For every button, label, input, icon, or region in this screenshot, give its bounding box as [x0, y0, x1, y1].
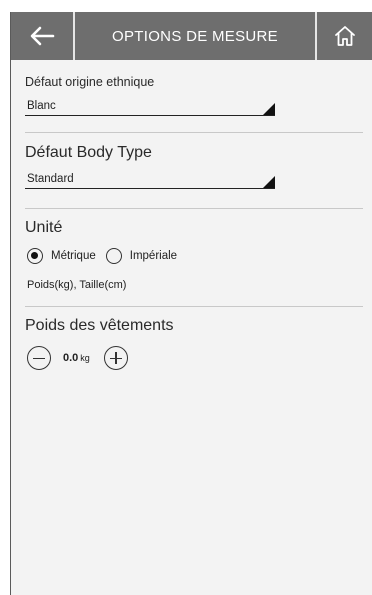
metric-radio[interactable] [27, 248, 43, 264]
imperial-radio[interactable] [105, 248, 122, 264]
dropdown-arrow-icon [263, 103, 275, 115]
body-type-value: Standard [27, 173, 74, 185]
body-type-select[interactable]: Standard [25, 172, 275, 189]
imperial-label: Impériale [129, 250, 178, 262]
metric-label: Métrique [51, 250, 96, 262]
clothing-weight-value: 0.0 [63, 352, 79, 364]
minus-button[interactable] [27, 346, 51, 370]
back-button[interactable] [11, 12, 73, 60]
divider [25, 132, 363, 133]
clothing-weight-label: Poids des vêtements [25, 317, 174, 334]
unit-hint: Poids(kg), Taille(cm) [27, 279, 127, 291]
plus-button[interactable] [103, 346, 128, 370]
divider [25, 306, 363, 307]
clothing-weight-stepper: 0.0 kg [27, 346, 128, 370]
arrow-left-icon [30, 26, 55, 46]
home-button[interactable] [317, 12, 372, 60]
body-type-label: Défaut Body Type [25, 144, 152, 161]
header-bar: OPTIONS DE MESURE [11, 12, 372, 60]
divider [25, 208, 363, 209]
clothing-weight-readout: 0.0 kg [63, 352, 90, 364]
home-icon [335, 26, 355, 46]
clothing-weight-unit: kg [80, 353, 90, 363]
app-screen: OPTIONS DE MESURE Défaut origine ethniqu… [10, 12, 372, 595]
unit-radio-group: Métrique Impériale [27, 248, 187, 264]
dropdown-arrow-icon [263, 176, 275, 188]
page-title: OPTIONS DE MESURE [112, 27, 278, 45]
unit-label: Unité [25, 219, 63, 236]
ethnicity-label: Défaut origine ethnique [25, 75, 155, 89]
ethnicity-value: Blanc [27, 100, 56, 112]
ethnicity-select[interactable]: Blanc [25, 99, 275, 116]
